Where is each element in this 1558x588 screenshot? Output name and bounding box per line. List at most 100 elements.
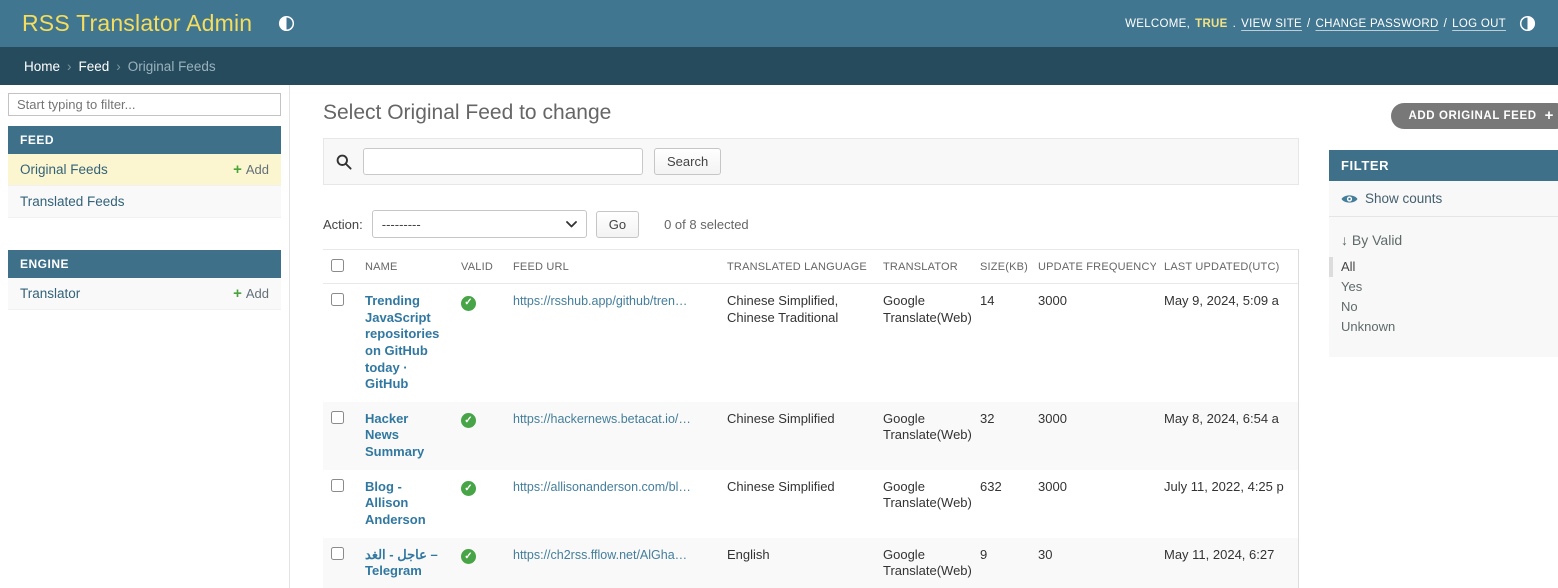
- row-checkbox[interactable]: [331, 547, 344, 560]
- row-checkbox[interactable]: [331, 293, 344, 306]
- column-header-valid[interactable]: VALID: [453, 250, 505, 284]
- changelist: Select Original Feed to change Search Ac…: [323, 85, 1299, 588]
- filter-panel: FILTER Show counts ↓ By Valid: [1329, 150, 1558, 357]
- translator-link[interactable]: Translator: [20, 286, 80, 301]
- sidebar-item-translated-feeds[interactable]: Translated Feeds: [8, 186, 281, 218]
- username-suffix: .: [1233, 18, 1237, 30]
- update-frequency-cell: 3000: [1030, 402, 1156, 470]
- action-label: Action:: [323, 217, 363, 232]
- original-feeds-link[interactable]: Original Feeds: [20, 162, 108, 177]
- results-table: NAME VALID FEED URL TRANSLATED LANGUAGE …: [323, 249, 1298, 588]
- filter-option-no[interactable]: No: [1329, 297, 1558, 317]
- plus-icon: +: [1545, 110, 1554, 122]
- translated-feeds-link[interactable]: Translated Feeds: [20, 194, 125, 209]
- breadcrumb-feed[interactable]: Feed: [79, 59, 110, 74]
- show-counts-toggle[interactable]: Show counts: [1329, 181, 1558, 217]
- feed-name-link[interactable]: Hacker News Summary: [365, 411, 424, 459]
- update-frequency-cell: 3000: [1030, 284, 1156, 402]
- column-header-name[interactable]: NAME: [357, 250, 453, 284]
- translator-cell: Google Translate(Web): [875, 402, 972, 470]
- column-header-size[interactable]: SIZE(KB): [972, 250, 1030, 284]
- row-checkbox[interactable]: [331, 411, 344, 424]
- feed-name-link[interactable]: Blog - Allison Anderson: [365, 479, 426, 527]
- plus-icon: +: [233, 286, 242, 301]
- add-label: Add: [246, 162, 269, 177]
- add-label: Add: [246, 286, 269, 301]
- size-cell: 32: [972, 402, 1030, 470]
- add-original-feed-label: ADD ORIGINAL FEED: [1408, 110, 1536, 122]
- search-input[interactable]: [363, 148, 643, 175]
- username: TRUE: [1195, 18, 1228, 30]
- size-cell: 14: [972, 284, 1030, 402]
- search-button[interactable]: Search: [654, 148, 721, 175]
- action-select[interactable]: ---------: [372, 210, 587, 238]
- translated-language-cell: Chinese Simplified: [719, 402, 875, 470]
- filter-option-all[interactable]: All: [1329, 257, 1558, 277]
- nav-sidebar: FEED Original Feeds + Add Translated Fee…: [0, 85, 290, 588]
- column-header-translator[interactable]: TRANSLATOR: [875, 250, 972, 284]
- sidebar-item-translator[interactable]: Translator + Add: [8, 278, 281, 310]
- breadcrumb-current: Original Feeds: [128, 59, 216, 74]
- column-header-feed-url[interactable]: FEED URL: [505, 250, 719, 284]
- filter-group-title[interactable]: ↓ By Valid: [1329, 217, 1558, 257]
- feed-name-link[interactable]: عاجل - الغد – Telegram: [365, 547, 438, 579]
- module-header-feed: FEED: [8, 126, 281, 154]
- add-original-feed-link[interactable]: + Add: [233, 162, 269, 177]
- theme-toggle-icon[interactable]: [278, 15, 295, 32]
- translator-cell: Google Translate(Web): [875, 470, 972, 538]
- change-password-link[interactable]: CHANGE PASSWORD: [1316, 18, 1439, 30]
- column-header-update-frequency[interactable]: UPDATE FREQUENCY: [1030, 250, 1156, 284]
- feed-url-link[interactable]: https://allisonanderson.com/bl…: [513, 479, 711, 495]
- theme-toggle-icon[interactable]: [1519, 15, 1536, 32]
- view-site-link[interactable]: VIEW SITE: [1241, 18, 1302, 30]
- filter-options: All Yes No Unknown: [1329, 257, 1558, 337]
- site-title-link[interactable]: RSS Translator Admin: [22, 10, 252, 37]
- valid-yes-icon: ✓: [461, 549, 476, 564]
- feed-url-link[interactable]: https://ch2rss.fflow.net/AlGha…: [513, 547, 711, 563]
- translated-language-cell: English: [719, 538, 875, 588]
- valid-yes-icon: ✓: [461, 481, 476, 496]
- select-all-checkbox[interactable]: [331, 259, 344, 272]
- add-translator-link[interactable]: + Add: [233, 286, 269, 301]
- add-original-feed-button[interactable]: ADD ORIGINAL FEED +: [1391, 103, 1558, 129]
- size-cell: 632: [972, 470, 1030, 538]
- module-header-engine: ENGINE: [8, 250, 281, 278]
- show-counts-label: Show counts: [1365, 191, 1442, 206]
- sidebar-module-engine: ENGINE Translator + Add: [8, 250, 281, 310]
- translator-cell: Google Translate(Web): [875, 538, 972, 588]
- branding: RSS Translator Admin: [22, 10, 295, 37]
- sidebar-filter-input[interactable]: [8, 93, 281, 116]
- filter-option-yes[interactable]: Yes: [1329, 277, 1558, 297]
- user-tools: WELCOME, TRUE. VIEW SITE / CHANGE PASSWO…: [1125, 15, 1536, 32]
- results-table-wrap: NAME VALID FEED URL TRANSLATED LANGUAGE …: [323, 249, 1299, 588]
- sidebar-item-original-feeds[interactable]: Original Feeds + Add: [8, 154, 281, 186]
- last-updated-cell: May 9, 2024, 5:09 a: [1164, 293, 1290, 310]
- valid-yes-icon: ✓: [461, 413, 476, 428]
- column-header-last-updated[interactable]: LAST UPDATED(UTC): [1156, 250, 1298, 284]
- table-row: عاجل - الغد – Telegram ✓ https://ch2rss.…: [323, 538, 1298, 588]
- table-row: Hacker News Summary ✓ https://hackernews…: [323, 402, 1298, 470]
- action-selected-option: ---------: [382, 217, 421, 232]
- size-cell: 9: [972, 538, 1030, 588]
- go-button[interactable]: Go: [596, 211, 639, 238]
- translator-cell: Google Translate(Web): [875, 284, 972, 402]
- search-bar: Search: [323, 138, 1299, 185]
- breadcrumb-separator: ›: [67, 59, 72, 74]
- feed-name-link[interactable]: Trending JavaScript repositories on GitH…: [365, 293, 439, 391]
- welcome-label: WELCOME,: [1125, 18, 1190, 30]
- feed-url-link[interactable]: https://hackernews.betacat.io/…: [513, 411, 711, 427]
- update-frequency-cell: 30: [1030, 538, 1156, 588]
- update-frequency-cell: 3000: [1030, 470, 1156, 538]
- filter-option-unknown[interactable]: Unknown: [1329, 317, 1558, 337]
- page-title: Select Original Feed to change: [323, 101, 1299, 125]
- table-header-row: NAME VALID FEED URL TRANSLATED LANGUAGE …: [323, 250, 1298, 284]
- last-updated-cell: May 11, 2024, 6:27: [1164, 547, 1290, 564]
- translated-language-cell: Chinese Simplified, Chinese Traditional: [719, 284, 875, 402]
- log-out-link[interactable]: LOG OUT: [1452, 18, 1506, 30]
- column-header-translated-language[interactable]: TRANSLATED LANGUAGE: [719, 250, 875, 284]
- actions-bar: Action: --------- Go 0 of 8 selected: [323, 210, 1299, 238]
- breadcrumb-home[interactable]: Home: [24, 59, 60, 74]
- row-checkbox[interactable]: [331, 479, 344, 492]
- breadcrumb: Home › Feed › Original Feeds: [0, 47, 1558, 85]
- feed-url-link[interactable]: https://rsshub.app/github/tren…: [513, 293, 711, 309]
